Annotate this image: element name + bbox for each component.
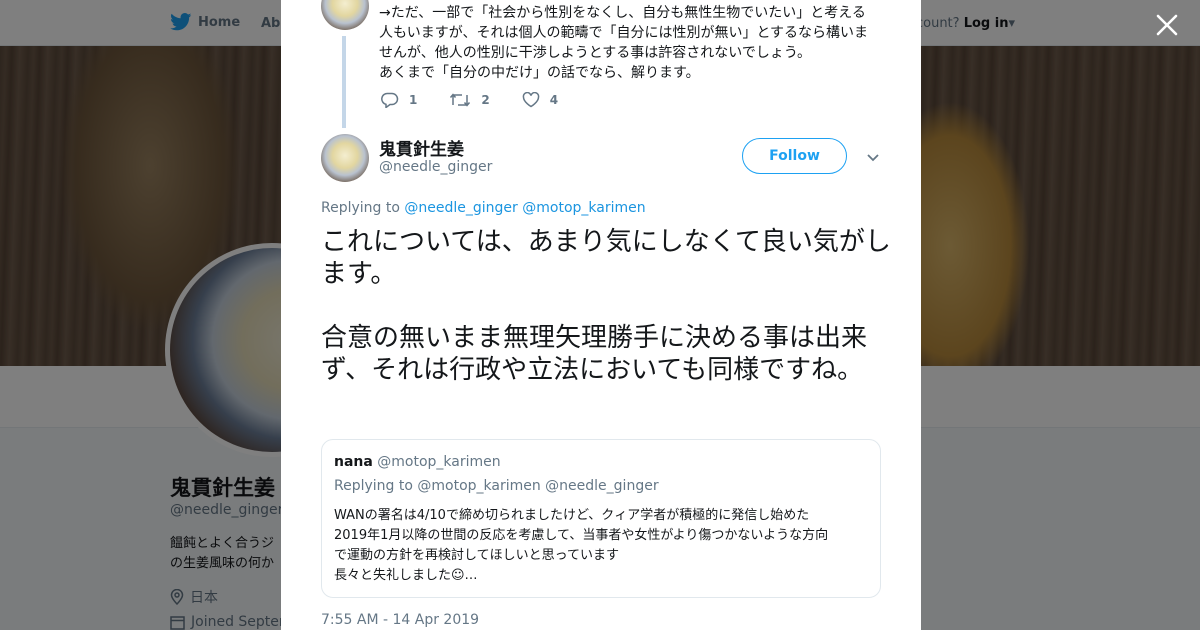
quoted-tweet-handle: @motop_karimen	[377, 454, 501, 470]
replying-link[interactable]: @motop_karimen	[522, 200, 645, 216]
author-name[interactable]: 鬼貫針生姜	[379, 135, 464, 160]
retweet-icon	[450, 93, 471, 107]
quoted-tweet-line: 2019年1月以降の世間の反応を考慮して、当事者や女性がより傷つかないような方向	[334, 528, 829, 543]
reply-button[interactable]: 1	[381, 92, 417, 108]
chevron-down-icon[interactable]	[865, 149, 881, 165]
thread-connector-line	[342, 36, 346, 128]
previous-tweet-line: 人もいますが、それは個人の範疇で「自分には性別が無い」とするなら構いま	[379, 25, 869, 41]
quoted-tweet-replying: Replying to @motop_karimen @needle_ginge…	[334, 478, 659, 494]
tweet-paragraph: これについては、あまり気にしなくて良い気がします。	[321, 227, 891, 289]
tweet-timestamp[interactable]: 7:55 AM - 14 Apr 2019	[321, 612, 479, 628]
previous-tweet-line: →ただ、一部で「社会から性別をなくし、自分も無性生物でいたい」と考える	[379, 5, 866, 21]
tweet-modal: →ただ、一部で「社会から性別をなくし、自分も無性生物でいたい」と考える 人もいま…	[281, 0, 921, 630]
replying-prefix: Replying to	[321, 200, 400, 216]
replying-link[interactable]: @needle_ginger	[404, 200, 517, 216]
like-icon	[522, 92, 539, 108]
quoted-tweet-line: で運動の方針を再検討してほしいと思っています	[334, 548, 619, 563]
previous-tweet-avatar[interactable]	[321, 0, 369, 30]
quoted-tweet-line: WANの署名は4/10で締め切られましたけど、クィア学者が積極的に発信し始めた	[334, 508, 810, 523]
tweet-paragraph: 合意の無いまま無理矢理勝手に決める事は出来ず、それは行政や立法においても同様です…	[321, 323, 868, 385]
reply-count: 1	[409, 93, 418, 107]
quoted-tweet[interactable]: nana @motop_karimen Replying to @motop_k…	[321, 439, 881, 598]
quoted-tweet-name: nana	[334, 454, 373, 470]
previous-tweet-text: →ただ、一部で「社会から性別をなくし、自分も無性生物でいたい」と考える 人もいま…	[379, 3, 889, 83]
quoted-tweet-text: WANの署名は4/10で締め切られましたけど、クィア学者が積極的に発信し始めた …	[334, 506, 874, 586]
previous-tweet-line: あくまで「自分の中だけ」の話でなら、解ります。	[379, 65, 700, 81]
like-button[interactable]: 4	[522, 92, 558, 108]
retweet-count: 2	[481, 93, 490, 107]
retweet-button[interactable]: 2	[449, 92, 490, 108]
quoted-tweet-line: 長々と失礼しました☺…	[334, 568, 478, 583]
replying-to: Replying to @needle_ginger @motop_karime…	[321, 200, 646, 216]
close-icon[interactable]	[1154, 12, 1180, 38]
previous-tweet-actions: 1 2 4	[381, 92, 590, 108]
reply-icon	[381, 92, 399, 108]
follow-button[interactable]: Follow	[742, 138, 847, 174]
previous-tweet-line: せんが、他人の性別に干渉しようとする事は許容されないでしょう。	[379, 45, 812, 61]
like-count: 4	[549, 93, 559, 107]
author-handle[interactable]: @needle_ginger	[379, 159, 492, 175]
tweet-text: これについては、あまり気にしなくて良い気がします。 合意の無いまま無理矢理勝手に…	[321, 226, 891, 418]
author-avatar[interactable]	[321, 134, 369, 182]
quoted-tweet-header: nana @motop_karimen	[334, 454, 501, 470]
